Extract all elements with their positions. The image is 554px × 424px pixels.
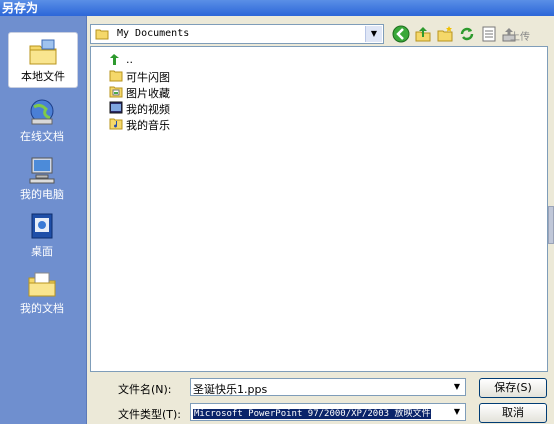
list-item-label: 可牛闪图 [126,71,170,84]
list-item-label: 我的音乐 [126,119,170,132]
places-bar: 本地文件 在线文档 我的电脑 桌面 我的文档 [0,16,87,424]
local-files-icon [29,39,57,65]
place-label: 在线文档 [20,130,64,143]
up-folder-icon[interactable] [414,25,432,43]
folder-icon [109,70,123,82]
filename-label: 文件名(N): [118,383,172,396]
desktop-icon [31,213,53,239]
place-local-files[interactable]: 本地文件 [8,32,78,88]
folder-icon [95,29,109,40]
filetype-label: 文件类型(T): [118,408,182,421]
up-arrow-icon [110,54,119,65]
filetype-value: Microsoft PowerPoint 97/2000/XP/2003 放映文… [193,409,432,419]
filetype-dropdown[interactable]: Microsoft PowerPoint 97/2000/XP/2003 放映文… [190,403,466,421]
chevron-down-icon[interactable]: ▼ [450,405,464,419]
place-label: 桌面 [31,245,53,258]
upload-label[interactable]: 上传 [510,28,530,43]
scrollbar[interactable] [548,206,554,244]
lookin-dropdown[interactable]: My Documents ▼ [90,24,384,44]
place-label: 本地文件 [21,70,65,83]
filename-value: 圣诞快乐1.pps [193,383,268,396]
music-folder-icon [109,118,123,130]
videos-folder-icon [109,101,123,114]
chevron-down-icon[interactable]: ▼ [365,26,382,42]
lookin-value: My Documents [117,28,190,39]
view-menu-icon[interactable] [480,25,498,43]
my-documents-icon [28,272,56,297]
place-label: 我的文档 [20,302,64,315]
refresh-icon[interactable] [458,25,476,43]
window-title: 另存为 [2,1,39,15]
back-icon[interactable] [392,25,410,43]
save-button[interactable]: 保存(S) [479,378,547,398]
place-my-computer[interactable]: 我的电脑 [8,151,76,205]
pictures-folder-icon [109,86,123,98]
place-online-docs[interactable]: 在线文档 [8,93,76,147]
list-item-label: .. [126,53,133,66]
filename-field[interactable]: 圣诞快乐1.pps ▼ [190,378,466,396]
cancel-button[interactable]: 取消 [479,403,547,423]
title-bar: 另存为 [0,0,554,16]
place-desktop[interactable]: 桌面 [8,208,76,262]
new-folder-icon[interactable] [436,25,454,43]
place-label: 我的电脑 [20,188,64,201]
online-docs-icon [30,99,54,125]
list-item-label: 图片收藏 [126,87,170,100]
list-item-label: 我的视频 [126,103,170,116]
place-my-documents[interactable]: 我的文档 [8,265,76,319]
my-computer-icon [29,157,55,184]
file-list[interactable]: .. 可牛闪图 图片收藏 我的视频 我的音乐 [90,46,548,372]
chevron-down-icon[interactable]: ▼ [450,380,464,394]
